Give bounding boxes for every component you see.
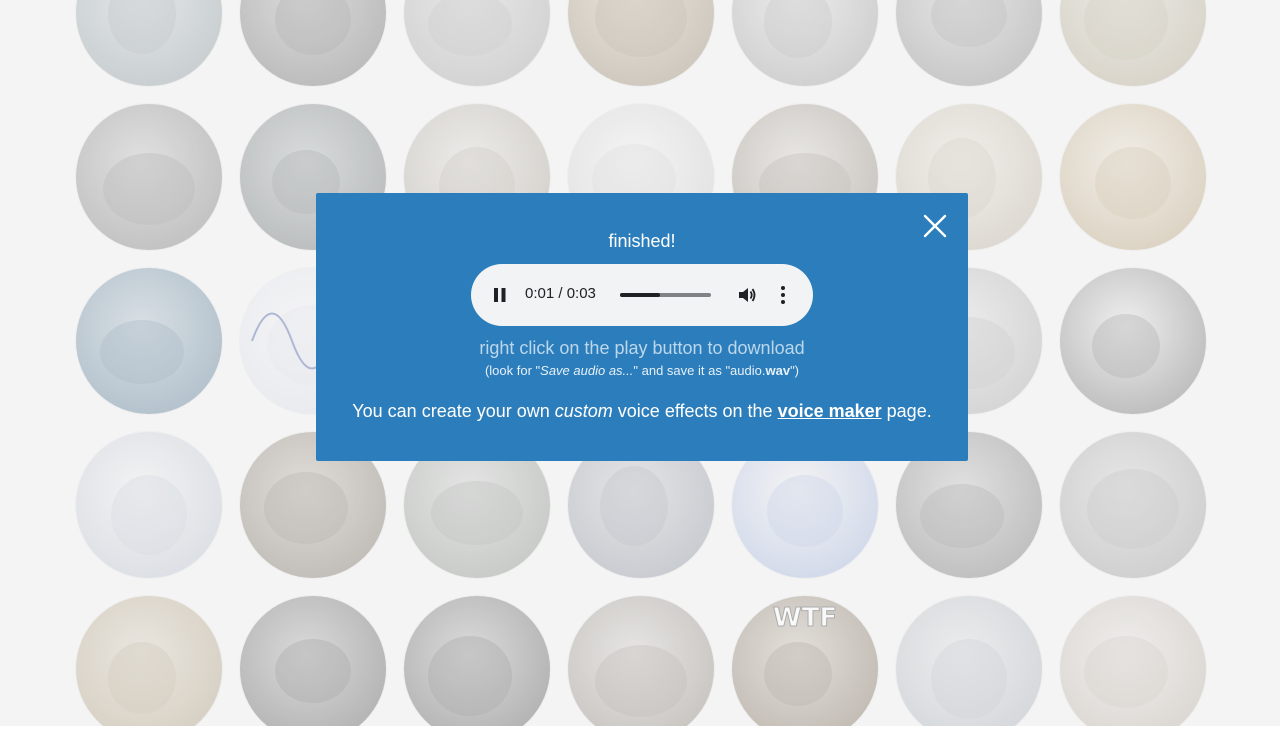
voice-maker-link[interactable]: voice maker bbox=[778, 401, 882, 421]
download-instructions: (look for "Save audio as..." and save it… bbox=[484, 363, 800, 378]
time-display: 0:01 / 0:03 bbox=[525, 285, 596, 302]
voice-maker-promo: You can create your own custom voice eff… bbox=[352, 401, 932, 421]
result-dialog: finished! 0:01 / 0:03 right click on the bbox=[316, 193, 968, 461]
volume-icon[interactable] bbox=[737, 285, 757, 305]
audio-player[interactable]: 0:01 / 0:03 bbox=[471, 264, 813, 326]
bottom-strip bbox=[0, 726, 1280, 730]
more-options-icon[interactable] bbox=[780, 285, 786, 305]
download-hint: right click on the play button to downlo… bbox=[479, 338, 805, 358]
progress-slider[interactable] bbox=[620, 293, 711, 297]
status-text: finished! bbox=[608, 231, 676, 251]
page: WTF finished! 0:01 / 0:03 bbox=[0, 0, 1280, 730]
progress-fill bbox=[620, 293, 661, 297]
pause-icon[interactable] bbox=[493, 287, 507, 303]
